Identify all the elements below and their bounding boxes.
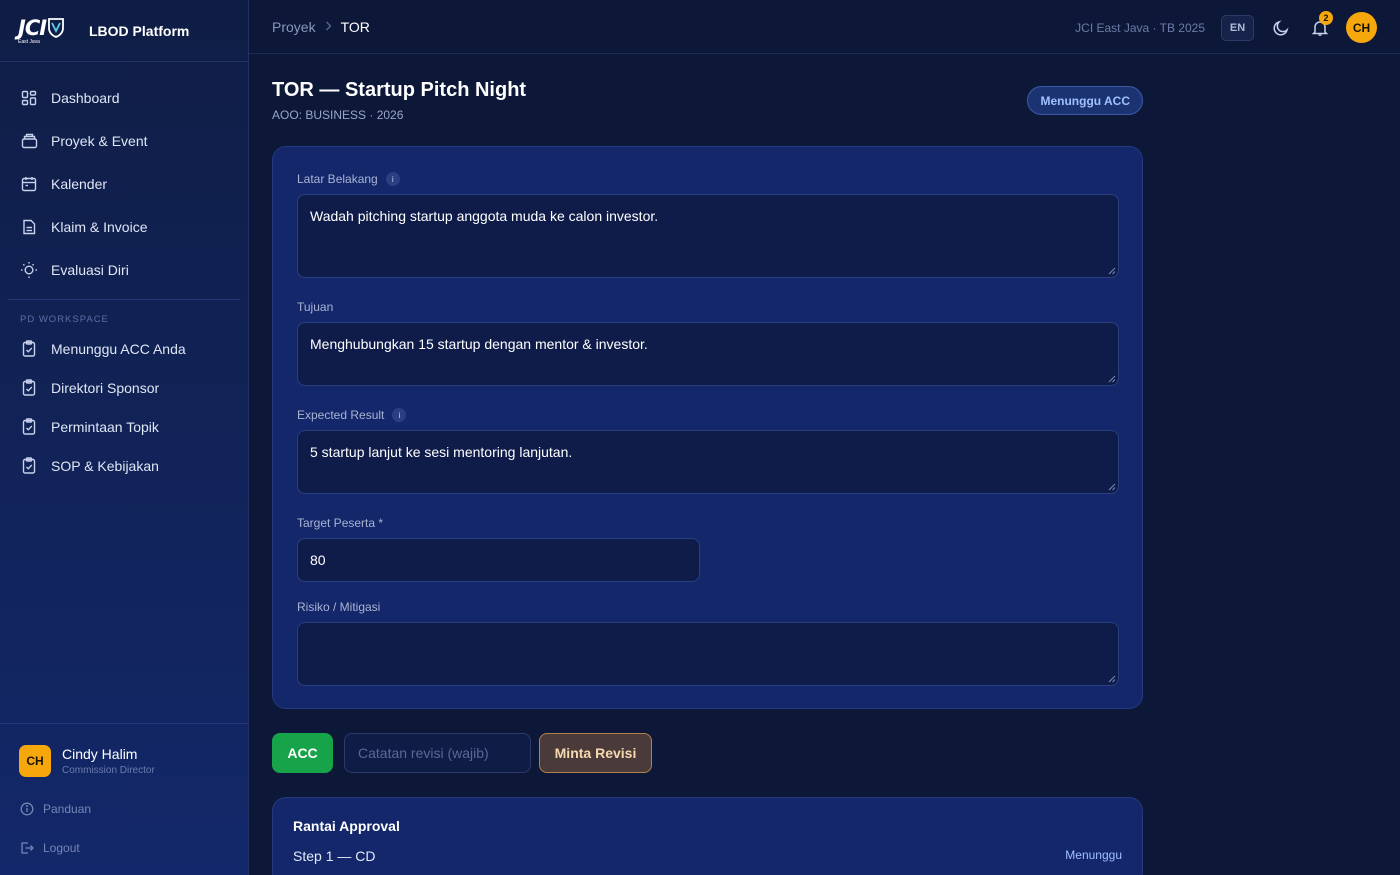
help-link[interactable]: Panduan bbox=[0, 789, 248, 828]
tujuan-textarea[interactable]: Menghubungkan 15 startup dengan mentor &… bbox=[297, 322, 1119, 386]
sidebar-item-label: Klaim & Invoice bbox=[51, 218, 148, 235]
textarea-value: Menghubungkan 15 startup dengan mentor &… bbox=[310, 336, 648, 352]
logo-text: JCI bbox=[18, 16, 47, 40]
sidebar-item-label: Direktori Sponsor bbox=[51, 379, 160, 396]
sidebar-item-sop[interactable]: SOP & Kebijakan bbox=[0, 446, 248, 485]
page-subtitle: AOO: BUSINESS · 2026 bbox=[272, 108, 404, 122]
textarea-value: Wadah pitching startup anggota muda ke c… bbox=[310, 208, 659, 224]
status-badge: Menunggu ACC bbox=[1027, 86, 1143, 115]
sidebar: JCI East Java LBOD Platform Dashboard Pr… bbox=[0, 0, 249, 875]
logo-subtitle: East Java bbox=[18, 39, 40, 45]
chevron-right-icon bbox=[325, 20, 332, 34]
logout-label: Logout bbox=[43, 840, 80, 855]
resize-grip-icon[interactable] bbox=[1108, 483, 1116, 491]
breadcrumb-current: TOR bbox=[340, 18, 370, 35]
step-name: Step 1 — CD bbox=[293, 848, 376, 864]
resize-grip-icon[interactable] bbox=[1108, 267, 1116, 275]
info-icon[interactable]: i bbox=[392, 408, 407, 422]
clipboard-check-icon bbox=[20, 379, 38, 397]
sidebar-item-direktori-sponsor[interactable]: Direktori Sponsor bbox=[0, 368, 248, 407]
field-label-text: Target Peserta * bbox=[297, 516, 384, 530]
sidebar-item-kalender[interactable]: Kalender bbox=[0, 162, 248, 205]
info-icon[interactable]: i bbox=[385, 172, 400, 186]
document-icon bbox=[20, 218, 38, 236]
user-card[interactable]: CH Cindy Halim Commission Director bbox=[0, 724, 248, 777]
clipboard-check-icon bbox=[20, 418, 38, 436]
sidebar-item-label: Permintaan Topik bbox=[51, 418, 159, 435]
clipboard-check-icon bbox=[20, 457, 38, 475]
approval-step: Step 1 — CD Menunggu bbox=[293, 848, 1122, 864]
sidebar-item-dashboard[interactable]: Dashboard bbox=[0, 76, 248, 119]
sidebar-item-label: Evaluasi Diri bbox=[51, 261, 129, 278]
approval-actions: ACC Catatan revisi (wajib) Minta Revisi bbox=[272, 733, 1144, 773]
sidebar-item-permintaan-topik[interactable]: Permintaan Topik bbox=[0, 407, 248, 446]
language-toggle[interactable]: EN bbox=[1221, 14, 1254, 41]
app-name: LBOD Platform bbox=[89, 22, 190, 39]
page-title: TOR — Startup Pitch Night bbox=[272, 79, 527, 101]
textarea-value: 5 startup lanjut ke sesi mentoring lanju… bbox=[310, 444, 573, 460]
tujuan-label: Tujuan bbox=[297, 299, 1118, 315]
jci-logo[interactable]: JCI East Java bbox=[18, 16, 76, 45]
sidebar-item-evaluasi[interactable]: Evaluasi Diri bbox=[0, 248, 248, 291]
brand-header: JCI East Java LBOD Platform bbox=[0, 0, 248, 62]
folder-icon bbox=[20, 132, 38, 150]
expected-result-label: Expected Result i bbox=[297, 407, 1118, 423]
theme-toggle[interactable] bbox=[1268, 15, 1294, 41]
step-status: Menunggu bbox=[1065, 848, 1122, 862]
user-name: Cindy Halim bbox=[62, 746, 138, 762]
breadcrumb-proyek[interactable]: Proyek bbox=[272, 19, 316, 35]
field-label-text: Expected Result bbox=[297, 408, 385, 422]
sidebar-footer: CH Cindy Halim Commission Director Pandu… bbox=[0, 723, 248, 875]
avatar[interactable]: CH bbox=[1346, 12, 1377, 43]
resize-grip-icon[interactable] bbox=[1108, 675, 1116, 683]
field-label-text: Tujuan bbox=[297, 300, 334, 314]
revision-note-input[interactable]: Catatan revisi (wajib) bbox=[344, 733, 531, 773]
risiko-textarea[interactable] bbox=[297, 622, 1119, 686]
user-info: Cindy Halim Commission Director bbox=[62, 746, 155, 776]
clipboard-check-icon bbox=[20, 340, 38, 358]
latar-belakang-textarea[interactable]: Wadah pitching startup anggota muda ke c… bbox=[297, 194, 1119, 278]
acc-button[interactable]: ACC bbox=[272, 733, 333, 773]
main-content: TOR — Startup Pitch Night AOO: BUSINESS … bbox=[272, 54, 1144, 875]
sidebar-item-label: Kalender bbox=[51, 175, 108, 192]
risiko-label: Risiko / Mitigasi bbox=[297, 599, 1118, 615]
org-label: JCI East Java · TB 2025 bbox=[1075, 20, 1205, 35]
sidebar-nav: Dashboard Proyek & Event Kalender Klaim … bbox=[0, 62, 248, 485]
notifications-button[interactable]: 2 bbox=[1307, 10, 1333, 41]
user-role: Commission Director bbox=[62, 765, 155, 776]
target-peserta-input[interactable]: 80 bbox=[297, 538, 700, 582]
approval-title: Rantai Approval bbox=[293, 818, 400, 834]
sidebar-item-label: Menunggu ACC Anda bbox=[51, 340, 186, 357]
dashboard-icon bbox=[20, 89, 38, 107]
resize-grip-icon[interactable] bbox=[1108, 375, 1116, 383]
target-peserta-label: Target Peserta * bbox=[297, 515, 1118, 531]
topbar-actions: JCI East Java · TB 2025 EN 2 CH bbox=[1075, 10, 1377, 43]
sidebar-item-menunggu-acc[interactable]: Menunggu ACC Anda bbox=[0, 329, 248, 368]
field-label-text: Risiko / Mitigasi bbox=[297, 600, 381, 614]
approval-chain-card: Rantai Approval Step 1 — CD Menunggu bbox=[272, 797, 1143, 875]
info-circle-icon bbox=[20, 802, 34, 816]
moon-icon bbox=[1273, 20, 1289, 36]
logout-icon bbox=[20, 841, 34, 855]
sidebar-item-label: Proyek & Event bbox=[51, 132, 148, 149]
latar-belakang-label: Latar Belakang i bbox=[297, 171, 1118, 187]
notification-badge: 2 bbox=[1319, 10, 1333, 25]
nav-section-label: PD WORKSPACE bbox=[20, 314, 109, 325]
sidebar-item-label: Dashboard bbox=[51, 89, 120, 106]
logout-link[interactable]: Logout bbox=[0, 828, 248, 867]
tor-form: Latar Belakang i Wadah pitching startup … bbox=[272, 146, 1143, 709]
shield-icon bbox=[48, 18, 64, 38]
request-revision-button[interactable]: Minta Revisi bbox=[539, 733, 652, 773]
calendar-icon bbox=[20, 175, 38, 193]
help-label: Panduan bbox=[43, 801, 92, 816]
sidebar-item-klaim[interactable]: Klaim & Invoice bbox=[0, 205, 248, 248]
sidebar-item-proyek[interactable]: Proyek & Event bbox=[0, 119, 248, 162]
field-label-text: Latar Belakang bbox=[297, 172, 378, 186]
sidebar-item-label: SOP & Kebijakan bbox=[51, 457, 159, 474]
topbar: Proyek TOR JCI East Java · TB 2025 EN 2 … bbox=[249, 0, 1400, 54]
lightbulb-icon bbox=[20, 261, 38, 279]
avatar: CH bbox=[19, 745, 51, 777]
expected-result-textarea[interactable]: 5 startup lanjut ke sesi mentoring lanju… bbox=[297, 430, 1119, 494]
